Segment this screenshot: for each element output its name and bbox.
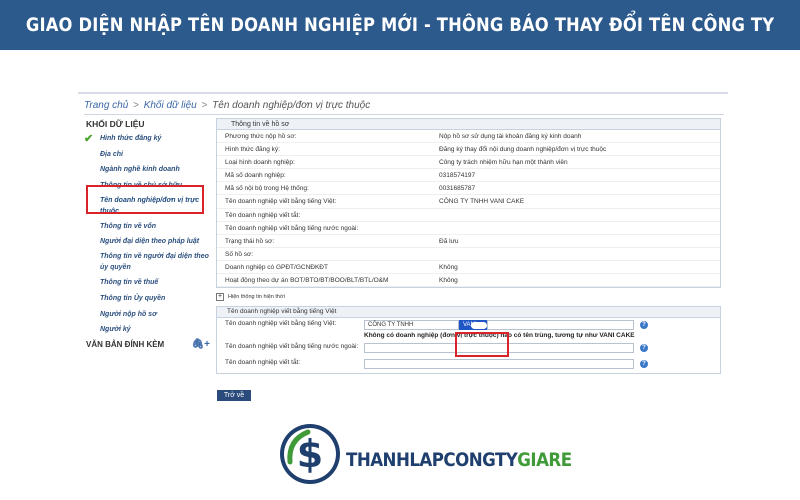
sidebar-section-attachments: VĂN BẢN ĐÍNH KÈM 🖇+ [82,338,210,352]
dollar-logo-icon: $ [280,424,340,484]
breadcrumb-separator: > [133,100,139,111]
info-row: Số hồ sơ: [217,248,720,261]
info-row: Tên doanh nghiệp viết bằng tiếng nước ng… [217,222,720,235]
info-row-value [439,222,720,234]
help-icon[interactable]: ? [640,344,648,353]
sidebar-section-title: KHỐI DỮ LIỆU [86,119,145,129]
name-form-legend: Tên doanh nghiệp viết bằng tiếng Việt [217,307,720,319]
breadcrumb: Trang chủ > Khối dữ liệu > Tên doanh ngh… [84,100,370,111]
sidebar-item-tax[interactable]: Thông tin về thuế [82,275,210,291]
banner: GIAO DIỆN NHẬP TÊN DOANH NGHIỆP MỚI - TH… [0,0,800,50]
info-row-value: Đăng ký thay đổi nội dung doanh nghiệp/đ… [439,146,607,154]
toggle-label: Hiện thông tin hiện thời [228,294,285,301]
info-row: Hình thức đăng ký: Đăng ký thay đổi nội d… [217,143,720,157]
info-row-value [439,248,720,260]
info-row-label: Doanh nghiệp có GPĐT/GCNĐKĐT [225,263,328,271]
info-row-value: Không [439,277,458,285]
info-row: Trạng thái hồ sơ: Đã lưu [217,235,720,248]
info-row-value: Nộp hồ sơ sử dụng tài khoản đăng ký kinh… [439,133,582,140]
brand-logo-text-part2: GIARE [517,450,572,471]
sidebar-item-signer[interactable]: Người ký [82,322,210,338]
info-row-label: Tên doanh nghiệp viết bằng tiếng Việt: [225,198,337,206]
info-row: Tên doanh nghiệp viết bằng tiếng Việt: CÔ… [217,195,720,209]
info-row-label: Hoạt động theo dự án BOT/BTO/BT/BOO/BLT/… [225,277,389,285]
breadcrumb-home-link[interactable]: Trang chủ [84,100,128,111]
info-row: Phương thức nộp hồ sơ: Nộp hồ sơ sử dụng … [217,130,720,144]
info-row-value: 0318574197 [439,172,476,180]
info-row-value: Công ty trách nhiệm hữu hạn một thành vi… [439,159,568,167]
app-screenshot: Trang chủ > Khối dữ liệu > Tên doanh ngh… [78,92,728,412]
back-button[interactable]: Trở về [217,390,251,401]
sidebar-item-legal-representative[interactable]: Người đại diện theo pháp luật [82,234,210,250]
sidebar-item-business-lines[interactable]: Ngành nghề kinh doanh [82,162,210,178]
info-row-label: Phương thức nộp hồ sơ: [225,133,297,140]
vn-name-prefix[interactable]: CÔNG TY TNHH [364,320,459,331]
info-row-label: Hình thức đăng ký: [225,146,280,154]
vn-name-row: Tên doanh nghiệp viết bằng tiếng Việt: C… [217,318,720,332]
sidebar-item-label: Hình thức đăng ký [100,135,162,142]
info-table: Phương thức nộp hồ sơ: Nộp hồ sơ sử dụng … [216,130,721,289]
sidebar-item-submitter[interactable]: Người nộp hồ sơ [82,307,210,323]
fieldset-legend: Thông tin về hồ sơ [216,118,721,130]
info-row-label: Mã số doanh nghiệp: [225,172,286,180]
paperclip-plus-icon[interactable]: 🖇+ [191,338,210,352]
info-row-value: 0031685787 [439,185,476,193]
sidebar-item-authorized-representative[interactable]: Thông tin về người đại diện theo ủy quyề… [82,250,210,275]
highlight-box-name [455,332,509,357]
vn-name-input[interactable] [487,320,634,331]
sidebar: KHỐI DỮ LIỆU ✔ Hình thức đăng ký Địa chỉ… [82,118,210,352]
svg-text:$: $ [297,432,323,476]
info-row: Doanh nghiệp có GPĐT/GCNĐKĐT Không [217,261,720,275]
info-row: Mã số doanh nghiệp: 0318574197 [217,169,720,183]
divider [84,114,724,115]
breadcrumb-current: Tên doanh nghiệp/đơn vị trực thuộc [212,100,371,111]
sidebar-section-title: VĂN BẢN ĐÍNH KÈM [86,339,165,349]
info-row: Hoạt động theo dự án BOT/BTO/BT/BOO/BLT/… [217,274,720,288]
check-icon: ✔ [84,133,94,145]
info-row: Tên doanh nghiệp viết tắt: [217,209,720,222]
show-current-info-toggle[interactable]: + Hiện thông tin hiện thời [216,290,721,304]
help-icon[interactable]: ? [640,360,648,369]
foreign-name-label: Tên doanh nghiệp viết bằng tiếng nước ng… [225,343,359,351]
info-row: Mã số nội bộ trong Hệ thống: 0031685787 [217,182,720,196]
info-row-label: Loại hình doanh nghiệp: [225,159,295,167]
brand-logo-text-part1: THANHLAPCONGTY [346,450,518,471]
breadcrumb-data-link[interactable]: Khối dữ liệu [144,100,197,111]
plus-icon[interactable]: + [216,293,224,302]
sidebar-item-address[interactable]: Địa chỉ [82,147,210,163]
sidebar-item-capital[interactable]: Thông tin về vốn [82,219,210,235]
cursor-blob [471,322,487,330]
abbr-name-input[interactable] [364,359,634,370]
banner-title: GIAO DIỆN NHẬP TÊN DOANH NGHIỆP MỚI - TH… [25,14,775,36]
vn-name-label: Tên doanh nghiệp viết bằng tiếng Việt: [225,320,337,328]
sidebar-item-registration[interactable]: ✔ Hình thức đăng ký [82,131,210,147]
info-row: Loại hình doanh nghiệp: Công ty trách nhi… [217,156,720,170]
info-row-value [439,209,720,221]
brand-logo: $ THANHLAPCONGTYGIARE [278,422,572,486]
help-icon[interactable]: ? [640,321,648,330]
info-row-label: Trạng thái hồ sơ: [225,237,275,245]
info-row-value: CÔNG TY TNHH VANI CAKE [439,198,525,206]
info-row-label: Tên doanh nghiệp viết tắt: [225,211,301,219]
info-row-label: Mã số nội bộ trong Hệ thống: [225,185,309,193]
brand-logo-text: THANHLAPCONGTYGIARE [346,450,572,471]
sidebar-item-authorization[interactable]: Thông tin Ủy quyền [82,291,210,307]
info-row-value: Đã lưu [439,237,459,245]
abbr-name-label: Tên doanh nghiệp viết tắt: [225,359,301,367]
info-row-label: Số hồ sơ: [225,250,254,258]
info-row-label: Tên doanh nghiệp viết bằng tiếng nước ng… [225,224,359,232]
info-row-value: Không [439,263,458,271]
abbr-name-row: Tên doanh nghiệp viết tắt: ? [217,357,720,373]
breadcrumb-separator: > [201,100,208,111]
highlight-box-sidebar [86,185,204,214]
